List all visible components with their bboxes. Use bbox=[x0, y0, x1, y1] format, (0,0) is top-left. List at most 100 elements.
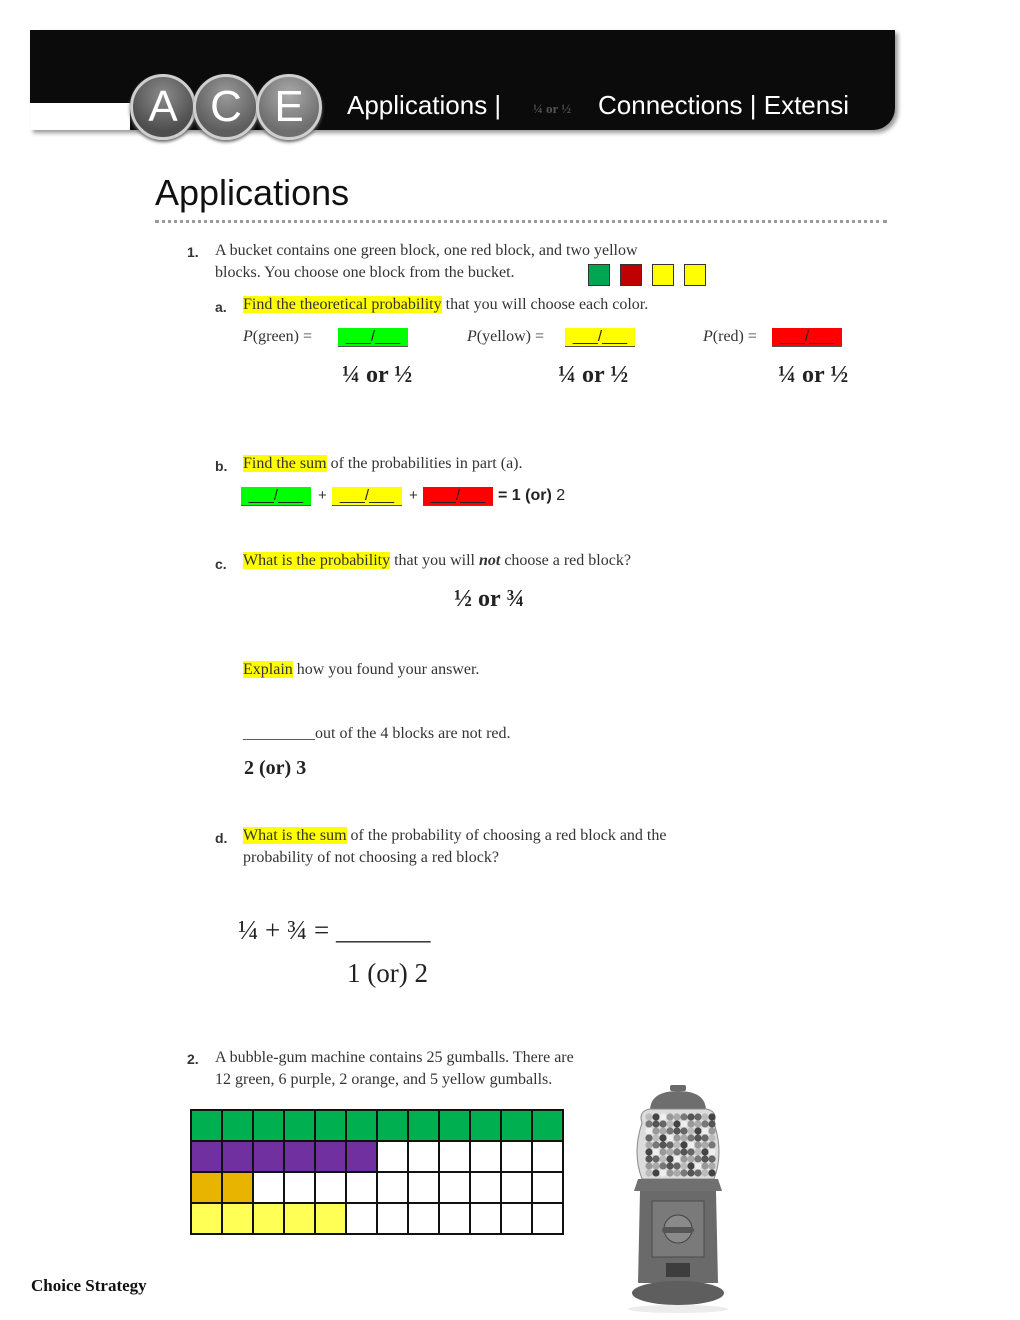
grid-cell-empty bbox=[500, 1140, 533, 1173]
footer-label: Choice Strategy bbox=[31, 1276, 147, 1295]
sum-red-field[interactable]: ___/___ bbox=[423, 487, 493, 506]
gumball bbox=[673, 1120, 681, 1128]
gumball bbox=[687, 1155, 695, 1163]
grid-cell-empty bbox=[283, 1171, 316, 1204]
grid-cell-empty bbox=[469, 1202, 502, 1235]
sum-equation: ¼ + ¾ = _______ bbox=[238, 915, 431, 945]
gumball bbox=[673, 1127, 681, 1135]
gumball bbox=[680, 1120, 688, 1128]
problem-2-text-line1: A bubble-gum machine contains 25 gumball… bbox=[215, 1049, 574, 1066]
not-red-blank[interactable]: _________ bbox=[243, 725, 315, 742]
gumball bbox=[666, 1120, 674, 1128]
problem-2-number: 2. bbox=[187, 1051, 199, 1067]
gumball bbox=[666, 1141, 674, 1149]
grid-cell-yellow bbox=[190, 1202, 223, 1235]
grid-cell-purple bbox=[345, 1140, 378, 1173]
grid-row-yellow bbox=[190, 1202, 564, 1235]
gumball bbox=[659, 1169, 667, 1177]
grid-cell-yellow bbox=[283, 1202, 316, 1235]
gumball bbox=[659, 1162, 667, 1170]
not-red-sentence: _________out of the 4 blocks are not red… bbox=[243, 725, 511, 742]
gumball bbox=[673, 1141, 681, 1149]
gumball bbox=[652, 1169, 660, 1177]
grid-cell-yellow bbox=[221, 1202, 254, 1235]
gumball bbox=[673, 1162, 681, 1170]
grid-cell-green bbox=[252, 1109, 285, 1142]
gumball bbox=[708, 1120, 716, 1128]
gumball bbox=[694, 1127, 702, 1135]
gumball bbox=[645, 1120, 653, 1128]
gumball bbox=[680, 1141, 688, 1149]
gumball bbox=[673, 1148, 681, 1156]
gumball bbox=[652, 1120, 660, 1128]
p-red-answer-field[interactable]: ___/___ bbox=[772, 328, 842, 347]
grid-cell-green bbox=[376, 1109, 409, 1142]
grid-cell-empty bbox=[407, 1171, 440, 1204]
p-yellow-answer-field[interactable]: ___/___ bbox=[565, 328, 635, 347]
grid-cell-empty bbox=[438, 1171, 471, 1204]
gumball bbox=[701, 1127, 709, 1135]
gumball bbox=[645, 1141, 653, 1149]
sum-yellow-field[interactable]: ___/___ bbox=[332, 487, 402, 506]
grid-cell-orange bbox=[190, 1171, 223, 1204]
sum-equation-blank[interactable]: _______ bbox=[336, 915, 431, 945]
gumball bbox=[680, 1127, 688, 1135]
block-yellow bbox=[652, 264, 674, 286]
p-yellow-label: P(yellow) = bbox=[467, 328, 545, 345]
grid-cell-empty bbox=[500, 1171, 533, 1204]
gumball bbox=[687, 1169, 695, 1177]
gumball bbox=[708, 1127, 716, 1135]
gumball bbox=[708, 1134, 716, 1142]
grid-cell-empty bbox=[345, 1171, 378, 1204]
problem-1-number: 1. bbox=[187, 244, 199, 260]
gumball bbox=[694, 1148, 702, 1156]
gumball bbox=[687, 1120, 695, 1128]
nav-applications[interactable]: Applications | bbox=[347, 90, 501, 121]
part-c-question: What is the probability that you will no… bbox=[243, 552, 631, 569]
grid-cell-empty bbox=[438, 1140, 471, 1173]
gumball bbox=[680, 1134, 688, 1142]
grid-cell-green bbox=[283, 1109, 316, 1142]
grid-cell-yellow bbox=[314, 1202, 347, 1235]
grid-cell-empty bbox=[407, 1202, 440, 1235]
gumball bbox=[659, 1148, 667, 1156]
sum-result: = 1 (or) 2 bbox=[498, 487, 566, 504]
grid-cell-yellow bbox=[252, 1202, 285, 1235]
part-d-question-line1: What is the sum of the probability of ch… bbox=[243, 827, 667, 844]
sum-green-field[interactable]: ___/___ bbox=[241, 487, 311, 506]
gumball bbox=[701, 1148, 709, 1156]
grid-cell-empty bbox=[376, 1140, 409, 1173]
gumball bbox=[666, 1127, 674, 1135]
gumball bbox=[645, 1134, 653, 1142]
gumball bbox=[701, 1113, 709, 1121]
grid-cell-purple bbox=[252, 1140, 285, 1173]
block-yellow bbox=[684, 264, 706, 286]
gumball bbox=[666, 1134, 674, 1142]
part-c-answer: ½ or ¾ bbox=[454, 586, 525, 612]
grid-cell-empty bbox=[469, 1171, 502, 1204]
logo-circle-e: E bbox=[256, 74, 322, 140]
grid-row-purple bbox=[190, 1140, 564, 1173]
part-c-highlight: What is the probability bbox=[243, 552, 391, 569]
logo-circle-a: A bbox=[130, 74, 196, 140]
grid-cell-empty bbox=[314, 1171, 347, 1204]
gumball bbox=[708, 1155, 716, 1163]
grid-cell-empty bbox=[500, 1202, 533, 1235]
p-green-answer: ¼ or ½ bbox=[342, 362, 413, 388]
banner-notch bbox=[30, 103, 130, 130]
p-yellow-answer: ¼ or ½ bbox=[558, 362, 629, 388]
gumball bbox=[687, 1127, 695, 1135]
gumball bbox=[701, 1134, 709, 1142]
logo-circle-c: C bbox=[193, 74, 259, 140]
grid-cell-purple bbox=[314, 1140, 347, 1173]
grid-cell-empty bbox=[345, 1202, 378, 1235]
part-b-highlight: Find the sum bbox=[243, 455, 327, 472]
nav-connections-extensions[interactable]: Connections | Extensi bbox=[598, 90, 890, 121]
problem-2-text-line2: 12 green, 6 purple, 2 orange, and 5 yell… bbox=[215, 1071, 553, 1088]
p-green-answer-field[interactable]: ___/___ bbox=[338, 328, 408, 347]
part-a-letter: a. bbox=[215, 299, 227, 315]
not-red-answer: 2 (or) 3 bbox=[244, 757, 307, 779]
gumball bbox=[666, 1155, 674, 1163]
grid-cell-green bbox=[500, 1109, 533, 1142]
gumball bbox=[708, 1148, 716, 1156]
